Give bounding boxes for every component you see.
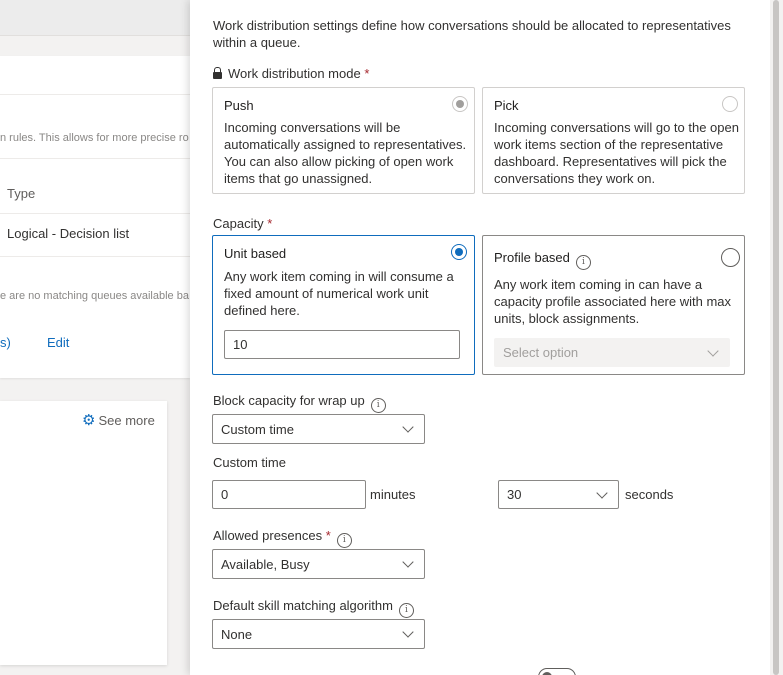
unit-based-description: Any work item coming in will consume a f… [224,269,454,318]
block-capacity-dropdown[interactable]: Custom time [212,414,425,444]
custom-time-label: Custom time [213,455,286,470]
scrollbar-thumb[interactable] [773,0,779,675]
chevron-down-icon [402,556,414,568]
profile-based-option-card[interactable]: Profile based i Any work item coming in c… [482,235,745,375]
secondary-card: ⚙ See more [0,401,167,665]
edit-link[interactable]: Edit [47,335,69,350]
pick-option-card[interactable]: Pick Incoming conversations will go to t… [482,87,745,194]
unit-based-option-card[interactable]: Unit based Any work item coming in will … [212,235,475,375]
seconds-unit-label: seconds [625,487,674,502]
info-icon[interactable]: i [575,255,591,270]
info-icon[interactable]: i [398,603,414,618]
skill-matching-dropdown[interactable]: None [212,619,425,649]
lock-icon [213,67,222,79]
push-radio[interactable] [452,96,468,112]
type-cell: Logical - Decision list [7,226,130,241]
chevron-down-icon [596,486,608,499]
profile-based-radio[interactable] [721,248,740,267]
no-matching-queues-text: e are no matching queues available ba [0,290,189,302]
skill-matching-label: Default skill matching algorithm i [213,598,414,618]
see-more-label: See more [98,413,155,428]
dropdown-value: 30 [507,487,522,502]
capacity-profile-select[interactable]: Select option [494,338,730,367]
toggle-switch[interactable] [538,668,576,675]
divider [0,256,190,257]
profile-based-description: Any work item coming in can have a capac… [494,277,732,326]
pick-option-title: Pick [494,98,519,113]
block-capacity-label: Block capacity for wrap up i [213,393,386,413]
push-option-title: Push [224,98,254,113]
work-distribution-mode-label: Work distribution mode * [213,66,369,81]
push-option-description: Incoming conversations will be automatic… [224,120,467,186]
gear-icon: ⚙ [82,412,96,429]
dropdown-value: Custom time [221,421,294,437]
seconds-dropdown[interactable]: 30 [498,480,619,509]
divider [0,94,190,95]
capacity-label: Capacity * [213,216,273,231]
push-option-card[interactable]: Push Incoming conversations will be auto… [212,87,475,194]
truncated-link[interactable]: s) [0,335,11,350]
pick-radio[interactable] [722,96,738,112]
scrollbar[interactable] [770,0,783,675]
dropdown-value: None [221,626,253,642]
minutes-unit-label: minutes [370,487,416,502]
info-icon[interactable]: i [336,533,352,548]
divider [0,158,190,159]
column-header-type: Type [7,186,36,201]
info-icon[interactable]: i [370,398,386,413]
chevron-down-icon [707,344,719,357]
see-more-button[interactable]: ⚙ See more [82,411,155,429]
chevron-down-icon [402,421,414,433]
dropdown-value: Available, Busy [221,556,310,572]
work-distribution-panel: Work distribution settings define how co… [190,0,770,675]
allowed-presences-dropdown[interactable]: Available, Busy [212,549,425,579]
select-placeholder: Select option [503,345,579,360]
rules-description: n rules. This allows for more precise ro [0,132,189,144]
queue-details-card: n rules. This allows for more precise ro… [0,56,190,378]
unit-based-radio[interactable] [451,244,467,260]
background-page: n rules. This allows for more precise ro… [0,0,190,675]
minutes-input[interactable]: 0 [212,480,366,509]
unit-capacity-input[interactable]: 10 [224,330,460,359]
profile-based-title-row: Profile based i [494,250,591,270]
unit-based-title: Unit based [224,246,287,261]
pick-option-description: Incoming conversations will go to the op… [494,120,739,186]
divider [0,213,190,214]
allowed-presences-label: Allowed presences * i [213,528,352,548]
background-toolbar [0,0,190,36]
chevron-down-icon [402,626,414,638]
panel-intro: Work distribution settings define how co… [213,18,731,50]
